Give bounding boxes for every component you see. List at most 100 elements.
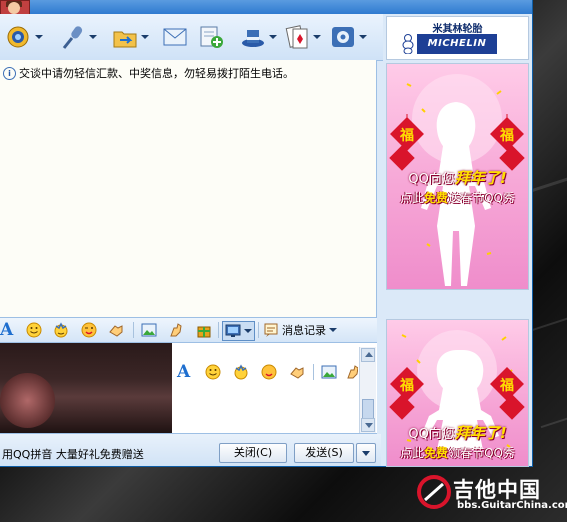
ad-subline: 点此免费领春节QQ秀 [400, 446, 515, 460]
chevron-down-icon[interactable] [329, 328, 337, 332]
guitar-logo-icon [417, 475, 451, 509]
scissors-hand-icon [347, 365, 358, 379]
chevron-down-icon[interactable] [141, 35, 149, 39]
chevron-down-icon[interactable] [35, 35, 43, 39]
watermark-url: bbs.GuitarChina.com [457, 500, 567, 511]
emoji-button[interactable] [205, 363, 221, 381]
history-icon [264, 323, 278, 337]
input-scrollbar[interactable] [359, 347, 376, 433]
chevron-down-icon[interactable] [89, 35, 97, 39]
ad-subline: 点此免费送春节QQ秀 [400, 191, 515, 205]
add-contact-icon [200, 26, 223, 48]
background-streak [540, 413, 567, 429]
chat-window: 米其林轮胎 MICHELIN i 交谈中请勿轻信汇款、中奖信息，勿轻易拨打陌生电… [0, 0, 533, 467]
gift-icon [197, 326, 211, 338]
ad-headline: QQ向您拜年了! [408, 169, 507, 187]
site-watermark: 吉他中国 bbs.GuitarChina.com [415, 470, 567, 516]
folder-transfer-icon [113, 31, 137, 48]
settings-gear-icon [332, 27, 354, 47]
fu-char-right: 福 [499, 127, 514, 144]
scroll-up-button[interactable] [361, 348, 375, 362]
file-transfer-button[interactable] [112, 23, 149, 51]
settings-button[interactable] [330, 23, 367, 51]
scroll-thumb[interactable] [362, 399, 374, 419]
toolbar-divider [313, 364, 314, 380]
screenshot-button[interactable] [168, 321, 184, 339]
picture-icon [321, 365, 337, 379]
screenshot-button[interactable] [347, 363, 358, 381]
ad-headline: QQ向您拜年了! [408, 424, 507, 442]
game-cards-icon [285, 25, 308, 49]
email-icon [163, 28, 187, 46]
app-button[interactable] [240, 23, 277, 51]
wink-button[interactable] [81, 321, 97, 339]
chevron-down-icon[interactable] [244, 329, 252, 333]
hand-shake-icon [290, 367, 304, 379]
info-icon: i [3, 66, 16, 80]
format-toolbar: A 消息记录 [0, 318, 377, 343]
promo-link[interactable]: 用QQ拼音 大量好礼免费赠送 [2, 446, 144, 462]
font-icon: A [177, 362, 191, 382]
picture-icon [141, 323, 157, 337]
toolbar-divider [133, 322, 134, 338]
app-hat-icon [242, 30, 264, 47]
video-preview [0, 343, 172, 433]
image-button[interactable] [141, 321, 157, 339]
fu-char-right: 福 [499, 377, 514, 394]
michelin-ad[interactable]: 米其林轮胎 MICHELIN [386, 16, 529, 60]
send-options-button[interactable] [356, 443, 376, 463]
message-history-button[interactable]: 消息记录 [263, 321, 337, 339]
font-button[interactable]: A [0, 320, 14, 340]
video-call-button[interactable] [6, 23, 43, 51]
scroll-down-button[interactable] [361, 418, 375, 432]
font-button[interactable]: A [177, 362, 191, 382]
smiley-icon [205, 364, 221, 380]
chevron-down-icon[interactable] [269, 35, 277, 39]
video-preview-image [0, 373, 55, 428]
font-icon: A [0, 320, 14, 340]
qq-show-ad-bottom[interactable]: 福 福 QQ向您拜年了! 点此免费领春节QQ秀 [386, 319, 529, 467]
chevron-down-icon[interactable] [359, 35, 367, 39]
ad-brand-en: MICHELIN [417, 34, 497, 54]
gift-button[interactable] [196, 321, 212, 339]
title-bar [0, 0, 532, 14]
hand-shake-icon [109, 325, 123, 337]
michelin-mascot-icon [402, 34, 414, 54]
fu-char-left: 福 [399, 127, 414, 144]
ad-brand-cn: 米其林轮胎 [432, 24, 483, 35]
chat-history[interactable]: i 交谈中请勿轻信汇款、中奖信息，勿轻易拨打陌生电话。 [0, 60, 377, 318]
game-button[interactable] [284, 23, 321, 51]
smiley-icon [26, 322, 42, 338]
chat-toolbar [0, 14, 383, 61]
magic-emoticon-button[interactable] [233, 363, 249, 381]
message-history-label: 消息记录 [282, 324, 326, 337]
fu-char-left: 福 [399, 377, 414, 394]
send-button[interactable]: 发送(S) [294, 443, 354, 463]
secondary-format-toolbar: A [175, 360, 358, 384]
qq-show-ad-top[interactable]: 福 福 QQ向您拜年了! 点此免费送春节QQ秀 [386, 63, 529, 290]
message-input-area[interactable]: A [0, 343, 377, 434]
add-contact-button[interactable] [198, 23, 224, 51]
bottom-bar: 用QQ拼音 大量好礼免费赠送 关闭(C) 发送(S) [0, 434, 381, 466]
wink-icon [261, 364, 277, 380]
toolbar-divider [218, 322, 219, 338]
wink-button[interactable] [261, 363, 277, 381]
screen-share-button[interactable] [222, 321, 255, 341]
image-button[interactable] [321, 363, 337, 381]
emoji-button[interactable] [26, 321, 42, 339]
toolbar-divider [258, 322, 259, 338]
nudge-button[interactable] [289, 363, 305, 381]
close-button[interactable]: 关闭(C) [219, 443, 287, 463]
monitor-icon [225, 324, 241, 337]
chevron-down-icon[interactable] [313, 35, 321, 39]
security-notice: i 交谈中请勿轻信汇款、中奖信息，勿轻易拨打陌生电话。 [3, 65, 294, 81]
email-button[interactable] [162, 23, 188, 51]
background-streak [531, 310, 567, 332]
voice-call-button[interactable] [60, 23, 97, 51]
magic-emoticon-button[interactable] [53, 321, 69, 339]
scissors-hand-icon [170, 323, 182, 337]
security-notice-text: 交谈中请勿轻信汇款、中奖信息，勿轻易拨打陌生电话。 [19, 67, 294, 80]
nudge-button[interactable] [108, 321, 124, 339]
microphone-icon [62, 26, 83, 49]
wink-icon [81, 322, 97, 338]
